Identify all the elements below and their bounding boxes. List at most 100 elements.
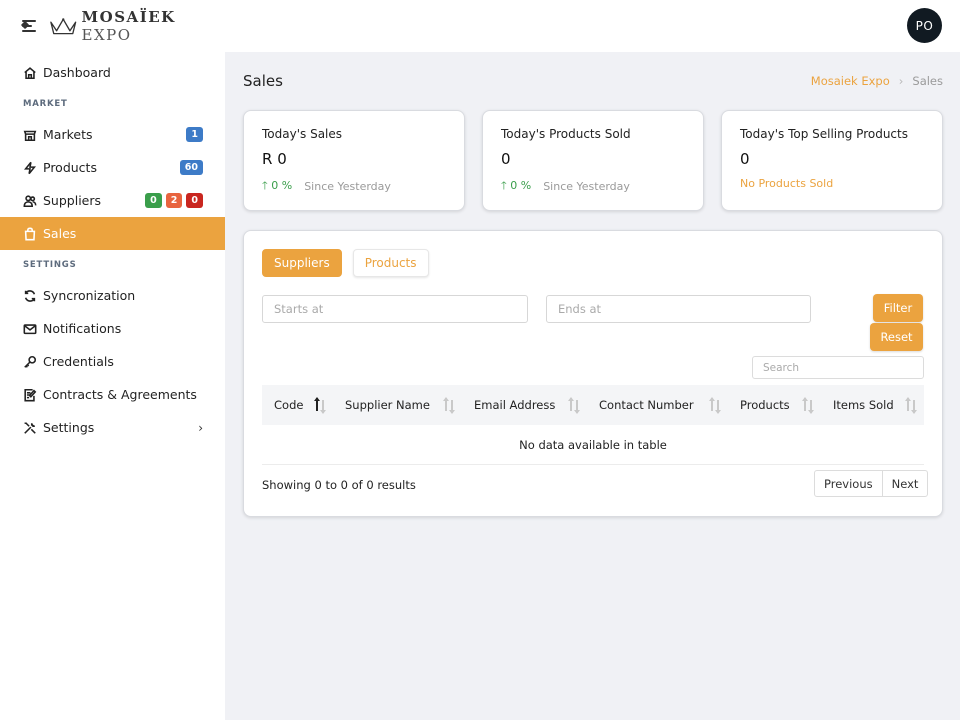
menu-toggle-icon[interactable] bbox=[20, 18, 41, 34]
starts-at-input[interactable]: Starts at bbox=[262, 295, 528, 323]
sort-icon bbox=[442, 396, 456, 414]
sidebar-item-label: Markets bbox=[43, 127, 93, 142]
sidebar-item-suppliers[interactable]: Suppliers 0 2 0 bbox=[0, 184, 225, 217]
section-title-settings: SETTINGS bbox=[23, 259, 77, 270]
stats-row: Today's Sales R 0 🡑 0 % Since Yesterday … bbox=[243, 110, 943, 211]
breadcrumb-separator: › bbox=[898, 74, 904, 88]
main-content: Sales Mosaiek Expo › Sales Today's Sales… bbox=[243, 52, 943, 517]
stat-title: Today's Top Selling Products bbox=[740, 127, 908, 141]
sidebar-item-label: Dashboard bbox=[43, 65, 111, 80]
column-header-code[interactable]: Code bbox=[262, 385, 333, 425]
shop-icon bbox=[22, 127, 38, 143]
table-header: Code Supplier Name Email Address Contact… bbox=[262, 385, 924, 425]
stat-title: Today's Sales bbox=[262, 127, 343, 141]
column-header-items-sold[interactable]: Items Sold bbox=[821, 385, 924, 425]
sidebar-item-credentials[interactable]: Credentials bbox=[0, 345, 225, 378]
sort-icon bbox=[801, 396, 815, 414]
column-label: Email Address bbox=[474, 398, 556, 412]
sidebar-item-settings[interactable]: Settings › bbox=[0, 411, 225, 444]
sync-icon bbox=[22, 288, 38, 304]
filter-button[interactable]: Filter bbox=[873, 294, 923, 322]
section-title-market: MARKET bbox=[23, 98, 68, 109]
brand-bar: MOSAÏEK EXPO bbox=[0, 0, 225, 52]
sales-table-panel: Suppliers Products Starts at Ends at Fil… bbox=[243, 230, 943, 517]
home-icon bbox=[22, 65, 38, 81]
sort-icon bbox=[567, 396, 581, 414]
sidebar-item-markets[interactable]: Markets 1 bbox=[0, 118, 225, 151]
sidebar-item-label: Credentials bbox=[43, 354, 114, 369]
sidebar-item-dashboard[interactable]: Dashboard bbox=[0, 56, 225, 89]
breadcrumb: Mosaiek Expo › Sales bbox=[811, 74, 943, 88]
stat-value: R 0 bbox=[262, 150, 287, 168]
ends-at-input[interactable]: Ends at bbox=[546, 295, 811, 323]
sidebar-item-label: Sales bbox=[43, 226, 77, 241]
stat-since: Since Yesterday bbox=[543, 180, 630, 193]
sidebar-item-label: Products bbox=[43, 160, 97, 175]
sort-icon bbox=[904, 396, 918, 414]
sidebar-item-contracts[interactable]: Contracts & Agreements bbox=[0, 378, 225, 411]
stat-title: Today's Products Sold bbox=[501, 127, 631, 141]
column-header-products[interactable]: Products bbox=[728, 385, 821, 425]
crown-icon bbox=[50, 18, 77, 35]
stat-since: Since Yesterday bbox=[304, 180, 391, 193]
suppliers-inactive-badge: 0 bbox=[186, 193, 203, 208]
sort-icon bbox=[708, 396, 722, 414]
previous-button[interactable]: Previous bbox=[815, 471, 883, 496]
column-header-contact-number[interactable]: Contact Number bbox=[587, 385, 728, 425]
pagination: Previous Next bbox=[814, 470, 929, 497]
sidebar-item-sales[interactable]: Sales bbox=[0, 217, 225, 250]
reset-button[interactable]: Reset bbox=[870, 323, 923, 351]
no-products-sold-note: No Products Sold bbox=[740, 177, 834, 190]
suppliers-pending-badge: 2 bbox=[165, 193, 183, 208]
panel-tabs: Suppliers Products bbox=[262, 249, 440, 277]
search-input[interactable]: Search bbox=[752, 356, 924, 379]
page-header: Sales Mosaiek Expo › Sales bbox=[243, 52, 943, 110]
tab-products[interactable]: Products bbox=[352, 249, 429, 277]
column-label: Products bbox=[740, 398, 790, 412]
bolt-icon bbox=[22, 160, 38, 176]
stat-footer: No Products Sold bbox=[740, 177, 924, 190]
sales-table: Code Supplier Name Email Address Contact… bbox=[262, 385, 924, 465]
stat-change: 🡑 0 % bbox=[501, 179, 532, 192]
breadcrumb-home-link[interactable]: Mosaiek Expo bbox=[811, 74, 890, 88]
stat-card-todays-sales: Today's Sales R 0 🡑 0 % Since Yesterday bbox=[243, 110, 465, 211]
stat-card-top-selling: Today's Top Selling Products 0 No Produc… bbox=[721, 110, 943, 211]
users-icon bbox=[22, 193, 38, 209]
next-button[interactable]: Next bbox=[883, 471, 928, 496]
sidebar-item-label: Notifications bbox=[43, 321, 122, 336]
column-header-email-address[interactable]: Email Address bbox=[462, 385, 587, 425]
logo-text: MOSAÏEK EXPO bbox=[81, 8, 176, 44]
stat-card-products-sold: Today's Products Sold 0 🡑 0 % Since Yest… bbox=[482, 110, 704, 211]
column-label: Contact Number bbox=[599, 398, 694, 412]
tools-icon bbox=[22, 420, 38, 436]
sidebar-item-notifications[interactable]: Notifications bbox=[0, 312, 225, 345]
arrow-up-icon: 🡑 bbox=[262, 179, 268, 192]
column-label: Supplier Name bbox=[345, 398, 430, 412]
page-title: Sales bbox=[243, 72, 283, 90]
sort-icon bbox=[313, 396, 327, 414]
stat-footer: 🡑 0 % Since Yesterday bbox=[501, 177, 685, 196]
suppliers-active-badge: 0 bbox=[145, 193, 162, 208]
envelope-icon bbox=[22, 321, 38, 337]
chevron-right-icon: › bbox=[198, 420, 203, 435]
tab-suppliers[interactable]: Suppliers bbox=[262, 249, 342, 277]
stat-change: 🡑 0 % bbox=[262, 179, 293, 192]
results-info: Showing 0 to 0 of 0 results bbox=[262, 478, 416, 492]
sidebar-item-label: Syncronization bbox=[43, 288, 136, 303]
avatar[interactable]: PO bbox=[907, 8, 942, 43]
column-label: Items Sold bbox=[833, 398, 894, 412]
sidebar-item-label: Settings bbox=[43, 420, 95, 435]
contract-icon bbox=[22, 387, 38, 403]
stat-footer: 🡑 0 % Since Yesterday bbox=[262, 177, 446, 196]
key-icon bbox=[22, 354, 38, 370]
breadcrumb-current: Sales bbox=[912, 74, 943, 88]
sidebar-item-syncronization[interactable]: Syncronization bbox=[0, 279, 225, 312]
stat-value: 0 bbox=[501, 150, 511, 168]
sidebar-item-products[interactable]: Products 60 bbox=[0, 151, 225, 184]
top-bar: PO bbox=[225, 0, 960, 52]
logo[interactable]: MOSAÏEK EXPO bbox=[49, 8, 225, 44]
products-count-badge: 60 bbox=[179, 160, 203, 175]
arrow-up-icon: 🡑 bbox=[501, 179, 507, 192]
sidebar: MOSAÏEK EXPO Dashboard MARKET Markets 1 … bbox=[0, 0, 225, 720]
column-header-supplier-name[interactable]: Supplier Name bbox=[333, 385, 462, 425]
